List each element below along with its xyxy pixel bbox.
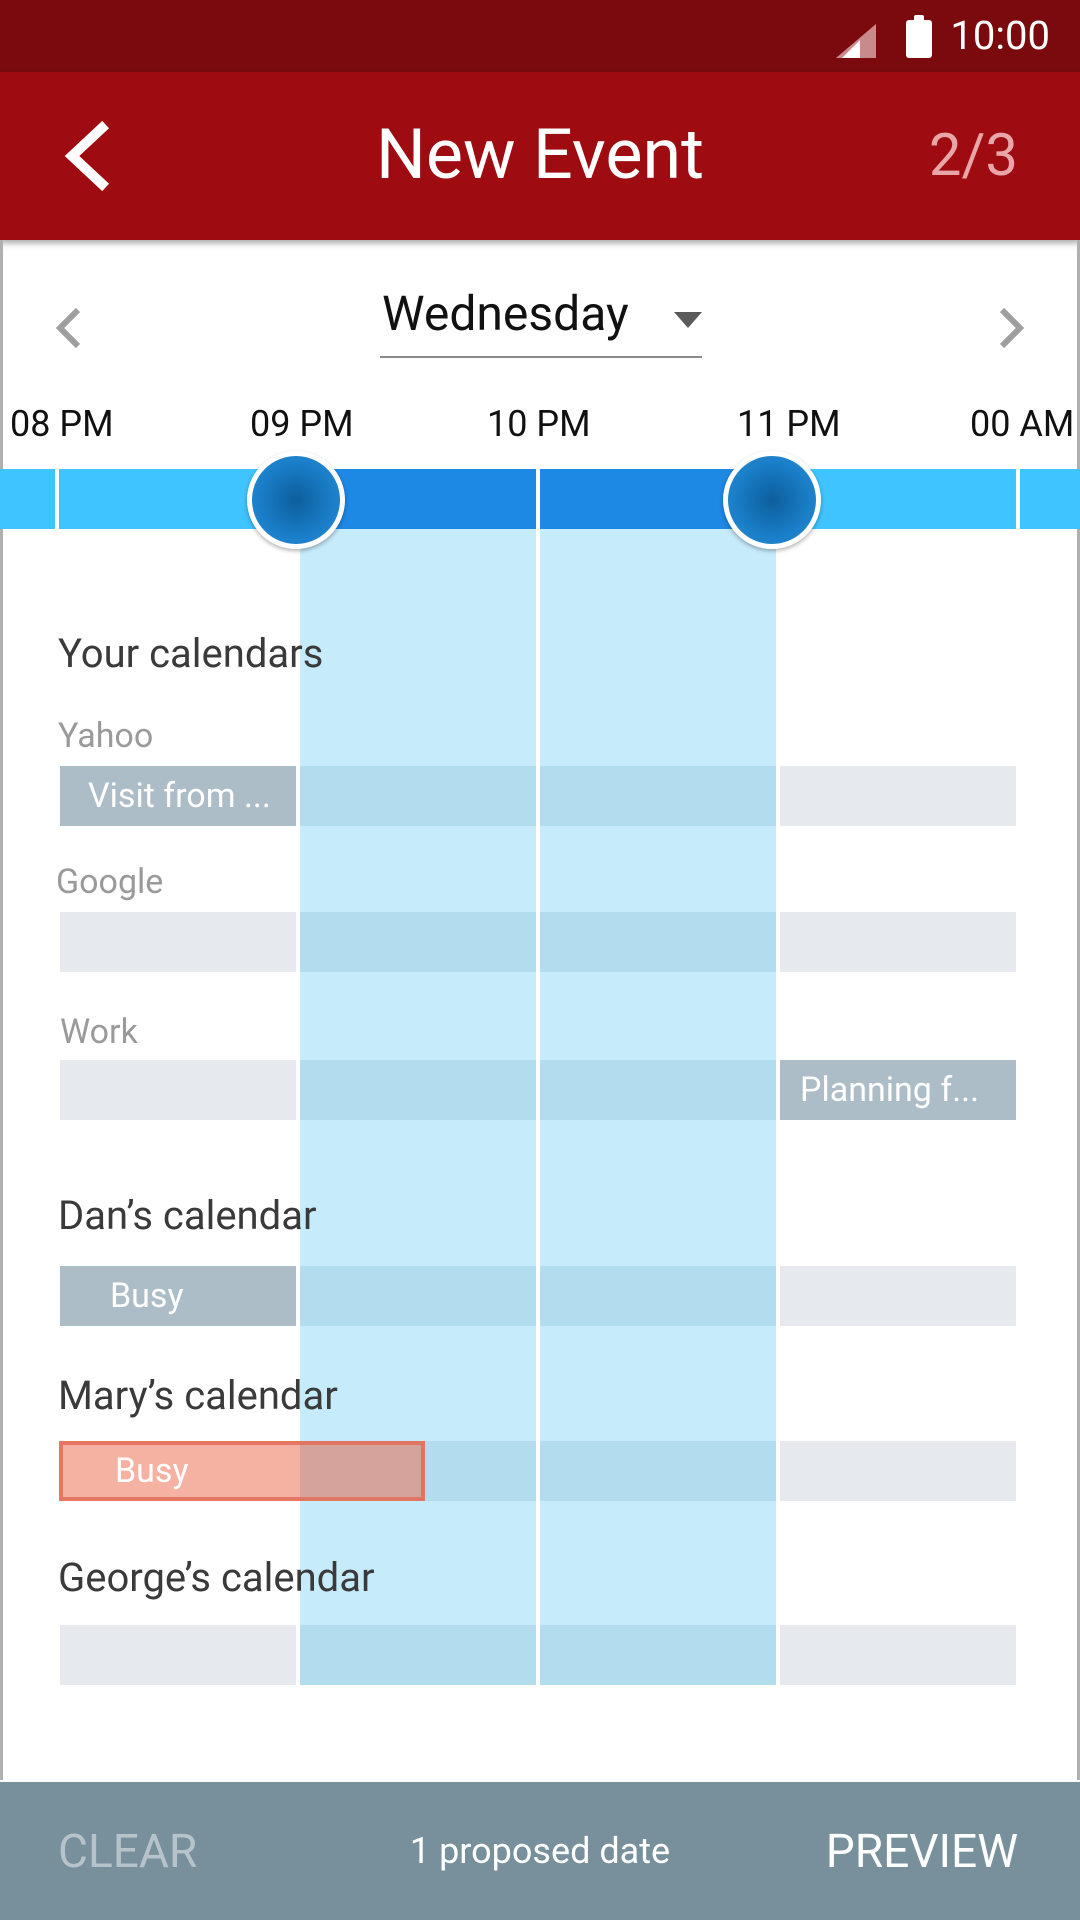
mary-calendar-heading: Mary’s calendar [58, 1372, 338, 1419]
selected-time-range[interactable] [296, 469, 770, 529]
signal-icon [836, 24, 876, 58]
calendar-slot [300, 766, 536, 826]
calendar-slot [540, 1625, 776, 1685]
calendar-slot [540, 1266, 776, 1326]
calendar-name-work: Work [60, 1012, 138, 1052]
page-title: New Event [375, 114, 705, 196]
calendar-slot [780, 912, 1016, 972]
calendar-slot [540, 1441, 776, 1501]
calendar-slot [540, 912, 776, 972]
calendar-slot [780, 1625, 1016, 1685]
calendar-slot [780, 766, 1016, 826]
step-indicator: 2/3 [928, 122, 1018, 190]
day-dropdown-label: Wednesday [382, 285, 629, 342]
day-dropdown[interactable]: Wednesday [380, 282, 702, 358]
hour-tick [536, 469, 540, 529]
back-arrow-icon[interactable] [58, 120, 118, 192]
calendar-slot [780, 1441, 1016, 1501]
range-end-handle[interactable] [723, 451, 821, 549]
calendar-slot [300, 1625, 536, 1685]
your-calendars-heading: Your calendars [58, 630, 324, 677]
calendar-slot [60, 1625, 296, 1685]
clear-button[interactable]: CLEAR [58, 1824, 197, 1880]
calendar-slot [540, 1060, 776, 1120]
status-time: 10:00 [950, 12, 1050, 59]
calendar-slot [60, 1060, 296, 1120]
previous-day-icon[interactable] [46, 298, 96, 358]
dropdown-caret-icon [674, 312, 702, 328]
calendar-name-google: Google [56, 862, 164, 902]
hour-tick [1016, 469, 1020, 529]
calendar-slot [540, 766, 776, 826]
range-start-handle[interactable] [247, 451, 345, 549]
time-label: 11 PM [737, 403, 841, 445]
battery-icon [906, 15, 932, 58]
calendar-event[interactable]: Busy [60, 1266, 296, 1326]
hour-tick [55, 469, 59, 529]
calendar-name-yahoo: Yahoo [58, 716, 154, 756]
status-bar: 10:00 [0, 0, 1080, 72]
time-label: 09 PM [250, 403, 354, 445]
calendar-slot [780, 1266, 1016, 1326]
calendar-slot [300, 1060, 536, 1120]
calendar-slot [300, 912, 536, 972]
preview-button[interactable]: PREVIEW [826, 1824, 1018, 1880]
app-bar: New Event 2/3 [0, 72, 1080, 240]
time-label: 00 AM [970, 403, 1075, 445]
bottom-action-bar: 1 proposed date CLEAR PREVIEW [0, 1782, 1080, 1920]
calendar-event[interactable]: Planning f... [780, 1060, 1016, 1120]
busy-conflict-event[interactable]: Busy [59, 1441, 425, 1501]
calendar-event[interactable]: Visit from ... [60, 766, 296, 826]
calendar-slot [300, 1266, 536, 1326]
time-label: 10 PM [487, 403, 591, 445]
next-day-icon[interactable] [984, 298, 1034, 358]
dan-calendar-heading: Dan’s calendar [58, 1192, 317, 1239]
time-label: 08 PM [10, 403, 114, 445]
george-calendar-heading: George’s calendar [58, 1554, 375, 1601]
calendar-slot [60, 912, 296, 972]
